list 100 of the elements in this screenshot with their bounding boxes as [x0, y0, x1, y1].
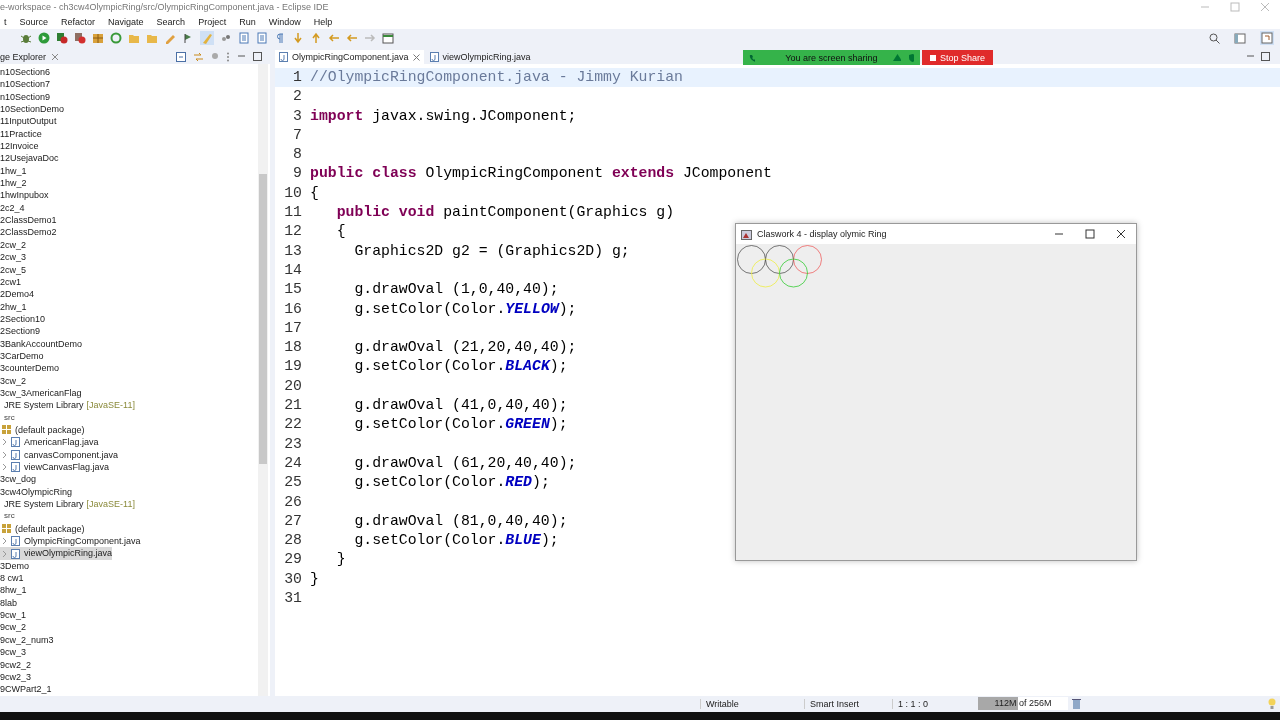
tree-item[interactable]: 2c2_4	[0, 201, 25, 215]
menu-item[interactable]: Window	[268, 17, 301, 28]
java-file-icon	[429, 52, 439, 62]
tree-item[interactable]: 9cw_3	[0, 646, 26, 659]
play-icon[interactable]	[38, 32, 50, 45]
tree-item[interactable]: 3cw_dog	[0, 473, 37, 486]
code-line: }	[335, 550, 346, 570]
tree-item[interactable]: viewCanvasFlag.java	[0, 461, 110, 474]
menu-item[interactable]: Navigate	[108, 17, 144, 28]
maximize-icon[interactable]	[253, 52, 262, 61]
tree-item[interactable]: n10Section6	[0, 66, 51, 79]
tree-item[interactable]: 9cw_1	[0, 609, 26, 622]
folder-icon[interactable]	[128, 32, 140, 45]
tree-item[interactable]: 9cw2_3	[0, 670, 32, 684]
tree-item[interactable]: 12Invoice	[0, 140, 39, 153]
stop-share-button[interactable]: Stop Share	[922, 50, 994, 65]
window-icon[interactable]	[382, 32, 394, 45]
tree-item[interactable]: src	[0, 411, 15, 424]
tree-item[interactable]: viewOlympicRing.java	[0, 547, 113, 560]
search-icon[interactable]	[1209, 32, 1220, 44]
perspective-icon[interactable]	[1234, 32, 1246, 45]
tree-item[interactable]: 9CWPart2_1	[0, 683, 52, 696]
phone-icon	[749, 53, 756, 62]
tree-item[interactable]: 9cw_2_num3	[0, 633, 54, 647]
trash-icon[interactable]	[1072, 698, 1081, 710]
menu-item[interactable]: t	[4, 17, 7, 28]
menu-item[interactable]: Source	[19, 17, 49, 28]
menu-item[interactable]: Project	[198, 17, 227, 28]
panel-tab[interactable]: ge Explorer	[0, 51, 47, 62]
scrollbar[interactable]	[258, 64, 268, 696]
link-icon[interactable]	[193, 51, 204, 62]
tree-item[interactable]: 10SectionDemo	[0, 103, 65, 116]
lightbulb-icon[interactable]	[1268, 697, 1276, 710]
stop-icon[interactable]	[74, 32, 86, 45]
package-icon[interactable]	[92, 32, 104, 45]
tree-item[interactable]: 3Demo	[0, 559, 29, 573]
editor-tab[interactable]: viewOlympicRing.java	[425, 50, 535, 64]
tree-item[interactable]: 1hw_1	[0, 164, 27, 178]
tree-item[interactable]: 2Demo4	[0, 288, 35, 301]
maximize-icon[interactable]	[1261, 52, 1270, 61]
tree-item[interactable]: AmericanFlag.java	[0, 436, 99, 449]
line-number: 1	[292, 68, 303, 87]
tree-item[interactable]: 8hw_1	[0, 584, 27, 597]
editor-tab[interactable]: OlympicRingComponent.java	[275, 50, 424, 64]
tree-item[interactable]: 3CarDemo	[0, 349, 44, 363]
tree-item[interactable]: (default package)	[0, 423, 85, 437]
paragraph-icon[interactable]	[274, 32, 286, 45]
tree-item[interactable]: 12UsejavaDoc	[0, 152, 59, 165]
tree-item[interactable]: 11InputOutput	[0, 115, 57, 128]
tree-item[interactable]: 9cw2_2	[0, 658, 32, 671]
tree-item[interactable]: 2cw_3	[0, 251, 26, 264]
document-icon[interactable]	[256, 32, 268, 45]
tree-item[interactable]: OlympicRingComponent.java	[0, 535, 141, 548]
tree-item[interactable]: (default package)	[0, 522, 85, 536]
tree-item[interactable]: 3cw4OlympicRing	[0, 485, 73, 499]
package-icon	[2, 523, 12, 534]
run-icon[interactable]	[56, 32, 68, 45]
tree-item[interactable]: 8 cw1	[0, 572, 24, 585]
java-perspective-icon[interactable]	[1260, 31, 1274, 46]
arrow-down-icon[interactable]	[292, 32, 304, 45]
document-icon[interactable]	[238, 32, 250, 45]
menu-item[interactable]: Help	[313, 17, 333, 28]
tree-item[interactable]: 8lab	[0, 596, 17, 610]
tree-item[interactable]: n10Section9	[0, 90, 51, 104]
tree-item[interactable]: 3BankAccountDemo	[0, 337, 83, 350]
pencil-icon[interactable]	[164, 32, 176, 45]
menu-item[interactable]: Search	[156, 17, 186, 28]
tree-item[interactable]: 2Section10	[0, 312, 46, 326]
tree-item[interactable]: 2ClassDemo1	[0, 214, 57, 227]
bug-icon[interactable]	[20, 32, 32, 45]
maximize-icon[interactable]	[1085, 229, 1095, 239]
tree-item[interactable]: 2cw_2	[0, 238, 26, 252]
menu-item[interactable]: Run	[239, 17, 256, 28]
tree-item[interactable]: JRE System Library [JavaSE-11]	[0, 498, 135, 511]
tree-item[interactable]: 9cw_2	[0, 621, 26, 634]
tree-item[interactable]: 2cw1	[0, 275, 21, 289]
tree-item[interactable]: 2hw_1	[0, 300, 27, 313]
tree-item[interactable]: src	[0, 510, 15, 523]
tree-item[interactable]: n10Section7	[0, 78, 51, 91]
folder-icon[interactable]	[146, 32, 158, 45]
tree-item[interactable]: 3cw_3AmericanFlag	[0, 386, 82, 400]
tree-item[interactable]: 2Section9	[0, 325, 41, 338]
tree-item[interactable]: 1hwInpubox	[0, 189, 49, 202]
tree-item[interactable]: 3cw_2	[0, 374, 26, 387]
more-icon[interactable]	[226, 51, 230, 62]
tree-item[interactable]: 11Practice	[0, 127, 42, 141]
line-number: 29	[283, 550, 303, 570]
close-icon[interactable]	[1116, 229, 1126, 239]
menu-item[interactable]: Refactor	[61, 17, 96, 28]
tree-item[interactable]: 3counterDemo	[0, 362, 60, 375]
tree-item[interactable]: canvasComponent.java	[0, 448, 119, 461]
line-number: 17	[283, 318, 303, 338]
collapse-icon[interactable]	[176, 51, 186, 62]
tree-item[interactable]: 2cw_5	[0, 263, 26, 276]
tree-item[interactable]: 1hw_2	[0, 177, 27, 190]
arrow-up-icon[interactable]	[310, 32, 322, 45]
tree-item[interactable]: 2ClassDemo2	[0, 226, 57, 239]
brush-icon[interactable]	[200, 31, 214, 46]
package-icon	[2, 425, 12, 436]
tree-item[interactable]: JRE System Library [JavaSE-11]	[0, 399, 135, 412]
